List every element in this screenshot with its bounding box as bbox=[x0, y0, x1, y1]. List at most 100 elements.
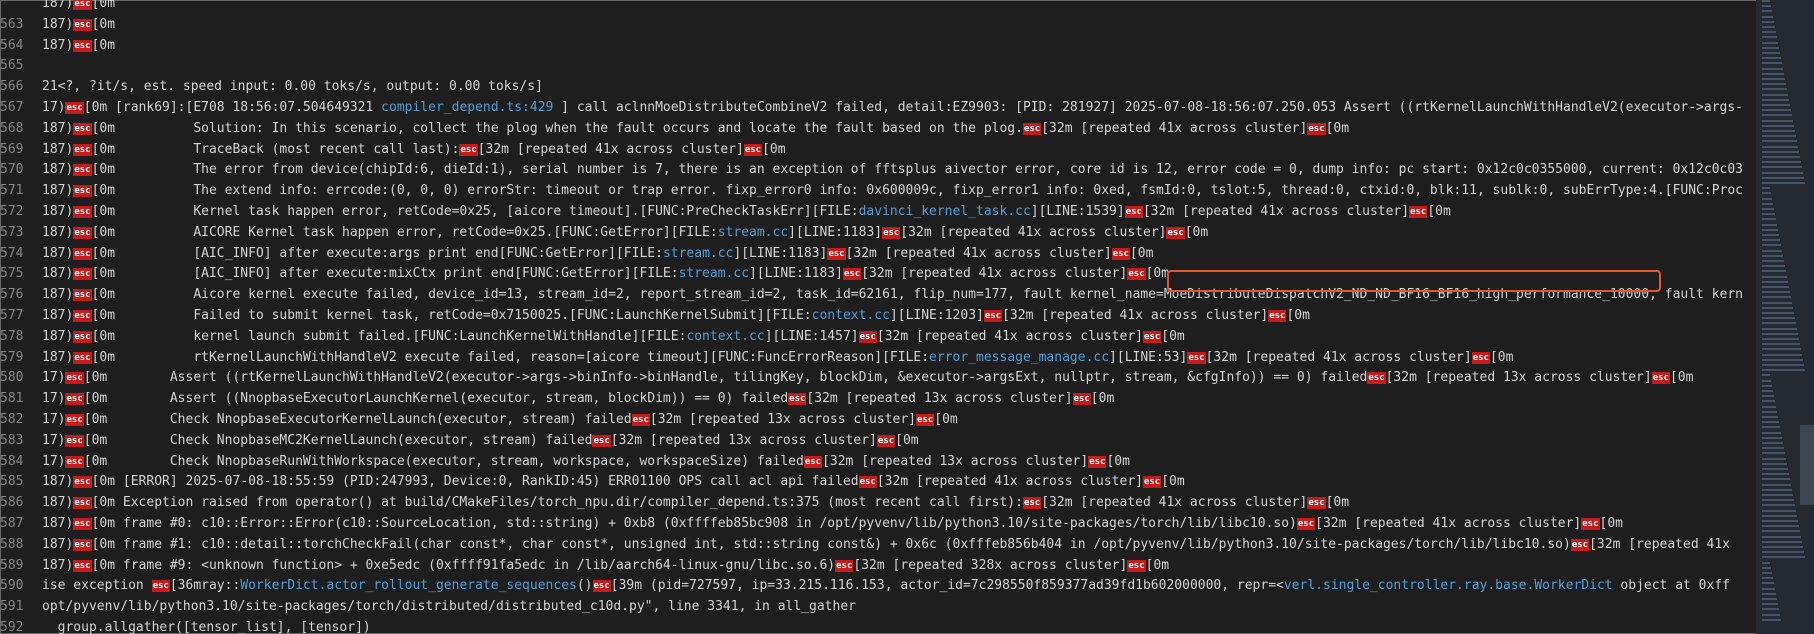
minimap-line bbox=[1762, 442, 1783, 444]
esc-badge: esc bbox=[73, 330, 92, 343]
minimap-line bbox=[1762, 36, 1777, 39]
minimap-line bbox=[1762, 353, 1802, 356]
line-number: 578 bbox=[0, 328, 24, 344]
code-link[interactable]: WorkerDict.actor_rollout_generate_sequen… bbox=[240, 578, 577, 593]
esc-badge: esc bbox=[842, 268, 862, 281]
esc-badge: esc bbox=[73, 185, 92, 198]
esc-badge: esc bbox=[876, 434, 896, 447]
minimap-line bbox=[1762, 577, 1773, 580]
code-link[interactable]: compiler_depend.ts:429 bbox=[381, 100, 553, 115]
line-text: 187)esc[0m kernel launch submit failed.[… bbox=[42, 328, 1185, 344]
line-text: 17)esc[0m Check NnopbaseMC2KernelLaunch(… bbox=[42, 432, 919, 448]
esc-badge: esc bbox=[65, 372, 84, 385]
minimap-line bbox=[1762, 525, 1799, 528]
log-line: 578 187)esc[0m kernel launch submit faile… bbox=[0, 327, 1185, 347]
line-number: 575 bbox=[0, 266, 24, 282]
minimap-line bbox=[1762, 83, 1786, 86]
minimap-line bbox=[1762, 213, 1775, 216]
esc-badge: esc bbox=[73, 538, 92, 551]
minimap[interactable] bbox=[1756, 0, 1814, 634]
line-number: 566 bbox=[0, 79, 24, 95]
minimap-line bbox=[1762, 384, 1772, 387]
minimap-line bbox=[1762, 587, 1775, 590]
code-link[interactable]: verl.single_controller.ray.base.WorkerDi… bbox=[1284, 578, 1613, 593]
esc-badge: esc bbox=[1166, 226, 1185, 239]
minimap-line bbox=[1762, 457, 1786, 460]
minimap-line bbox=[1762, 478, 1790, 481]
minimap-line bbox=[1762, 72, 1784, 75]
line-number: 582 bbox=[0, 412, 24, 427]
minimap-line bbox=[1762, 436, 1782, 439]
line-text: 17)esc[0m Assert ((NnopbaseExecutorLaunc… bbox=[42, 391, 1115, 407]
esc-badge: esc bbox=[459, 143, 478, 156]
esc-badge: esc bbox=[1307, 497, 1326, 510]
esc-badge: esc bbox=[788, 393, 807, 406]
esc-badge: esc bbox=[1307, 122, 1326, 135]
esc-badge: esc bbox=[73, 18, 92, 31]
line-number: 591 bbox=[0, 599, 24, 615]
code-link[interactable]: davinci_kernel_task.cc bbox=[859, 204, 1031, 219]
minimap-line bbox=[1762, 582, 1774, 585]
log-line: 586 187)esc[0m Exception raised from oper… bbox=[0, 493, 1349, 513]
line-text: 187)esc[0m frame #0: c10::Error::Error(c… bbox=[42, 516, 1624, 531]
minimap-line bbox=[1762, 426, 1780, 429]
minimap-line bbox=[1762, 124, 1794, 127]
minimap-line bbox=[1762, 192, 1771, 195]
esc-badge: esc bbox=[73, 143, 92, 156]
minimap-line bbox=[1762, 104, 1790, 106]
minimap-scroll-thumb[interactable] bbox=[1800, 425, 1814, 505]
esc-badge: esc bbox=[1022, 497, 1042, 510]
minimap-line bbox=[1762, 182, 1805, 184]
line-number: 574 bbox=[0, 245, 24, 261]
line-number: 567 bbox=[0, 100, 24, 115]
code-link[interactable]: context.cc bbox=[686, 329, 764, 344]
minimap-line bbox=[1762, 260, 1784, 262]
esc-badge: esc bbox=[151, 580, 170, 593]
line-text: 17)esc[0m [rank69]:[E708 18:56:07.504649… bbox=[42, 100, 1744, 115]
minimap-line bbox=[1762, 296, 1791, 299]
minimap-line bbox=[1762, 535, 1801, 538]
esc-badge: esc bbox=[983, 310, 1003, 322]
code-link[interactable]: error_message_manage.cc bbox=[929, 350, 1109, 365]
code-link[interactable]: stream.cc bbox=[679, 266, 749, 281]
minimap-line bbox=[1762, 317, 1795, 320]
minimap-line bbox=[1762, 566, 1771, 569]
log-line: 580 17)esc[0m Assert ((rtKernelLaunchWith… bbox=[0, 368, 1693, 388]
minimap-line bbox=[1762, 369, 1805, 372]
minimap-line bbox=[1762, 504, 1795, 507]
minimap-line bbox=[1762, 364, 1804, 366]
minimap-line bbox=[1762, 228, 1778, 231]
minimap-line bbox=[1762, 473, 1789, 476]
minimap-line bbox=[1762, 327, 1797, 330]
line-text: 187)esc[0m bbox=[42, 0, 116, 11]
code-link[interactable]: context.cc bbox=[812, 308, 890, 323]
esc-badge: esc bbox=[65, 393, 84, 406]
code-link[interactable]: stream.cc bbox=[718, 225, 788, 240]
minimap-line bbox=[1762, 15, 1773, 18]
esc-badge: esc bbox=[1296, 518, 1316, 530]
minimap-line bbox=[1762, 348, 1801, 351]
minimap-line bbox=[1762, 208, 1774, 210]
line-number: 589 bbox=[0, 557, 24, 573]
minimap-line bbox=[1762, 46, 1779, 49]
log-line: 187)esc[0m bbox=[0, 0, 115, 14]
minimap-line bbox=[1762, 145, 1798, 148]
minimap-line bbox=[1762, 31, 1776, 34]
esc-badge: esc bbox=[73, 268, 92, 281]
line-text: 21<?, ?it/s, est. speed input: 0.00 toks… bbox=[42, 79, 543, 95]
line-number: 565 bbox=[0, 58, 24, 74]
minimap-line bbox=[1762, 114, 1792, 117]
minimap-line bbox=[1762, 67, 1783, 70]
log-editor[interactable]: 187)esc[0m 563 187)esc[0m 564 187)esc[0m 565 5… bbox=[0, 0, 1756, 634]
line-text: 187)esc[0m Exception raised from operato… bbox=[42, 495, 1350, 511]
line-number: 576 bbox=[0, 287, 24, 303]
esc-badge: esc bbox=[1268, 310, 1287, 322]
minimap-line bbox=[1762, 400, 1775, 403]
line-text: 187)esc[0m frame #9: <unknown function> … bbox=[42, 557, 1170, 573]
line-number: 590 bbox=[0, 578, 24, 594]
esc-badge: esc bbox=[827, 247, 846, 260]
minimap-line bbox=[1762, 254, 1783, 257]
line-number: 564 bbox=[0, 37, 24, 53]
line-text: 187)esc[0m Kernel task happen error, ret… bbox=[42, 204, 1451, 219]
code-link[interactable]: stream.cc bbox=[663, 246, 733, 261]
